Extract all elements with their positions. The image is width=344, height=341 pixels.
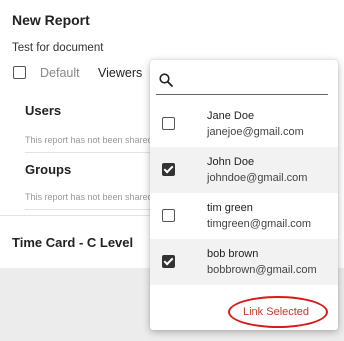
groups-heading: Groups <box>25 162 72 177</box>
user-name: bob brown <box>207 248 259 260</box>
user-option[interactable]: Jane Doe janejoe@gmail.com <box>150 101 338 147</box>
user-email: janejoe@gmail.com <box>207 126 304 138</box>
user-email: timgreen@gmail.com <box>207 218 312 230</box>
user-name: John Doe <box>207 156 255 168</box>
user-option[interactable]: John Doe johndoe@gmail.com <box>150 147 338 193</box>
groups-divider <box>25 209 150 210</box>
viewers-label[interactable]: Viewers <box>98 66 142 80</box>
user-option[interactable]: bob brown bobbrown@gmail.com <box>150 239 338 285</box>
user-name: tim green <box>207 202 253 214</box>
default-label: Default <box>40 66 80 80</box>
user-email: bobbrown@gmail.com <box>207 264 317 276</box>
user-checkbox[interactable] <box>162 117 175 130</box>
report-divider <box>0 215 150 216</box>
search-icon <box>159 73 173 87</box>
groups-empty-note: This report has not been shared <box>25 192 153 202</box>
user-checkbox[interactable] <box>162 163 175 176</box>
users-empty-note: This report has not been shared <box>25 135 153 145</box>
report-description: Test for document <box>12 42 104 54</box>
user-checkbox[interactable] <box>162 209 175 222</box>
users-heading: Users <box>25 103 62 118</box>
user-name: Jane Doe <box>207 110 255 122</box>
user-search <box>156 68 328 95</box>
viewers-dropdown: Jane Doe janejoe@gmail.com John Doe johndoe… <box>150 60 338 330</box>
user-email: johndoe@gmail.com <box>207 172 308 184</box>
search-input[interactable] <box>180 71 325 89</box>
user-checkbox[interactable] <box>162 255 175 268</box>
user-option[interactable]: tim green timgreen@gmail.com <box>150 193 338 239</box>
report-title-time-card[interactable]: Time Card - C Level <box>12 235 133 250</box>
users-divider <box>25 152 150 153</box>
report-title: New Report <box>12 12 90 28</box>
default-checkbox[interactable] <box>13 66 26 79</box>
link-selected-button[interactable]: Link Selected <box>243 306 309 318</box>
